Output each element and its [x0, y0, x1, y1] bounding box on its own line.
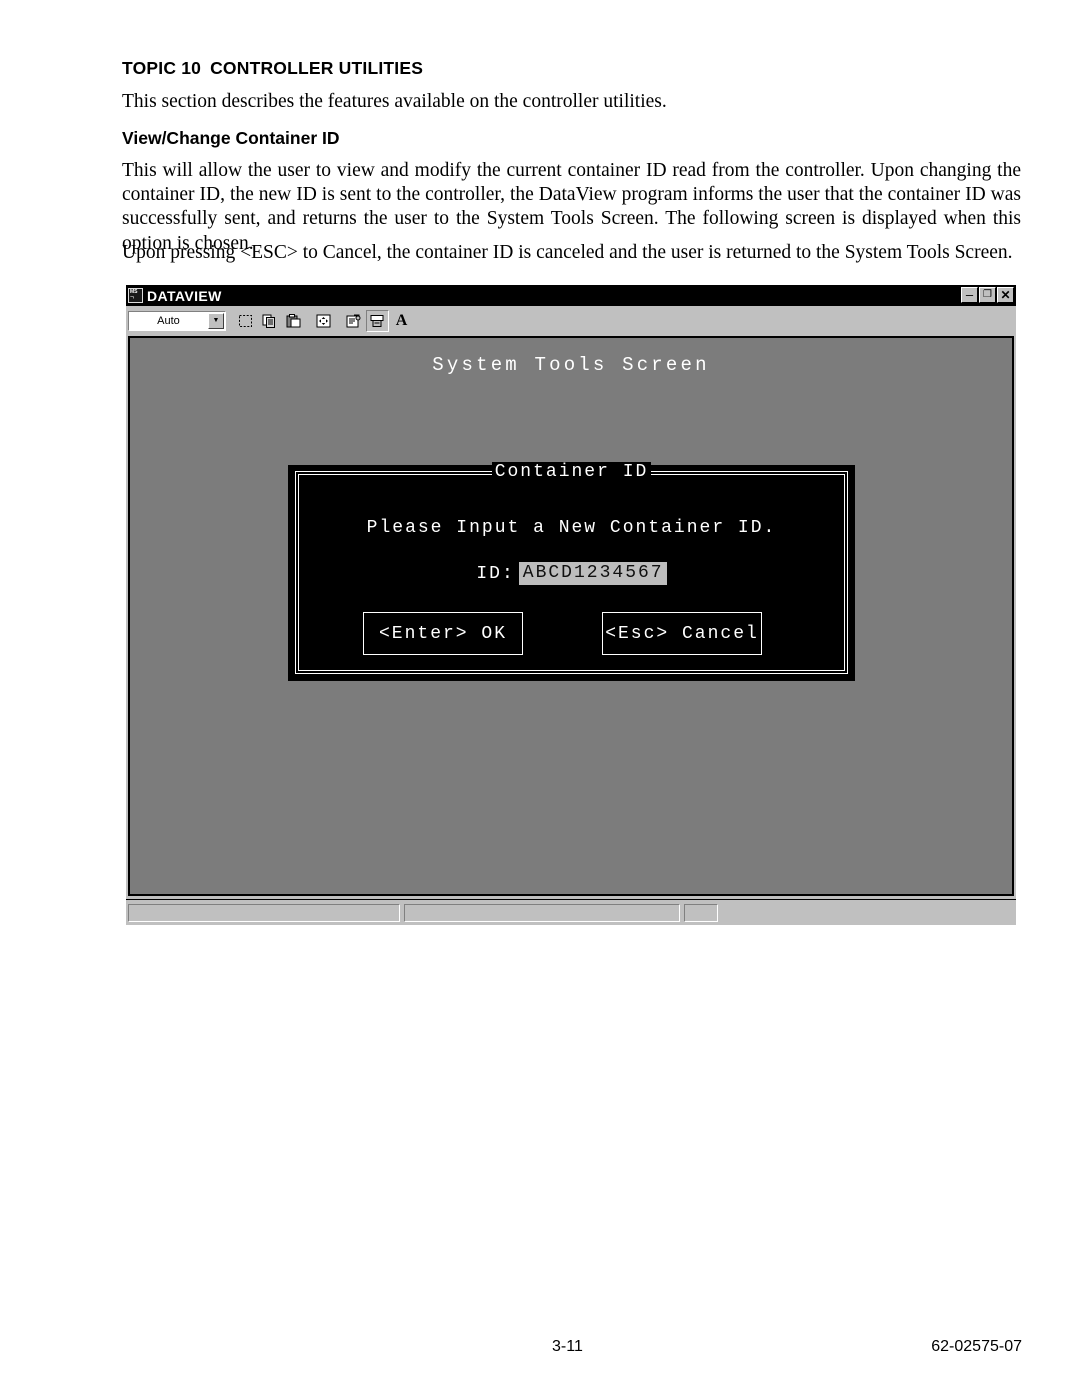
body-paragraph-2: Upon pressing <ESC> to Cancel, the conta… [122, 242, 1013, 263]
full-screen-button[interactable] [312, 309, 335, 332]
mark-button[interactable] [234, 309, 257, 332]
dialog-border-outer: Container ID Please Input a New Containe… [295, 462, 848, 674]
ms-dos-icon [128, 288, 143, 303]
background-button[interactable] [366, 309, 389, 332]
topic-title: CONTROLLER UTILITIES [210, 58, 424, 78]
page-title: TOPIC 10 CONTROLLER UTILITIES [122, 58, 423, 79]
chevron-down-icon[interactable]: ▼ [208, 312, 224, 329]
window-controls: – ❐ ✕ [961, 287, 1014, 303]
toolbar-group-clipboard [234, 309, 306, 332]
dos-screen: System Tools Screen Container ID Please … [130, 338, 1012, 894]
cancel-button[interactable]: <Esc> Cancel [602, 612, 762, 655]
status-pane-1 [128, 903, 400, 922]
dataview-window: DATAVIEW – ❐ ✕ Auto ▼ [126, 285, 1016, 925]
container-id-row: ID: ABCD1234567 [296, 562, 847, 585]
copy-button[interactable] [258, 309, 281, 332]
toolbar-group-view [312, 309, 336, 332]
window-statusbar [126, 899, 1016, 925]
copy-icon [262, 314, 277, 328]
footer-page-number: 3-11 [552, 1338, 583, 1355]
paste-icon [286, 313, 301, 328]
dialog-caption-text: Container ID [491, 462, 652, 482]
properties-icon [346, 314, 361, 328]
status-pane-3 [684, 903, 718, 922]
ok-button[interactable]: <Enter> OK [363, 612, 523, 655]
dialog-button-row: <Enter> OK <Esc> Cancel [296, 612, 847, 657]
container-id-label: ID: [476, 563, 515, 584]
font-button[interactable]: A [390, 309, 413, 332]
close-button[interactable]: ✕ [997, 287, 1014, 303]
container-id-input[interactable]: ABCD1234567 [518, 562, 667, 585]
intro-paragraph: This section describes the features avai… [122, 91, 667, 112]
restore-icon: ❐ [983, 289, 992, 300]
minimize-button[interactable]: – [961, 287, 978, 303]
full-screen-icon [316, 314, 331, 328]
close-icon: ✕ [1000, 288, 1011, 302]
document-page: TOPIC 10 CONTROLLER UTILITIES This sectio… [0, 0, 1080, 1397]
font-icon: A [395, 311, 408, 329]
window-title: DATAVIEW [147, 287, 222, 304]
dos-client-frame: System Tools Screen Container ID Please … [128, 336, 1014, 896]
mark-icon [238, 314, 253, 328]
sub-heading: View/Change Container ID [122, 128, 340, 148]
dialog-prompt: Please Input a New Container ID. [366, 518, 777, 538]
minimize-icon: – [965, 287, 974, 302]
footer-document-number: 62-02575-07 [931, 1338, 1022, 1355]
window-titlebar: DATAVIEW – ❐ ✕ [126, 285, 1016, 306]
window-toolbar: Auto ▼ A [126, 306, 1016, 335]
topic-number: TOPIC 10 [122, 58, 202, 78]
paste-button[interactable] [282, 309, 305, 332]
font-size-dropdown[interactable]: Auto ▼ [128, 310, 226, 331]
container-id-dialog: Container ID Please Input a New Containe… [288, 462, 855, 681]
dialog-caption: Container ID [296, 462, 847, 482]
status-pane-2 [404, 903, 680, 922]
background-icon [370, 314, 385, 328]
dos-screen-title: System Tools Screen [432, 354, 710, 376]
properties-button[interactable] [342, 309, 365, 332]
restore-button[interactable]: ❐ [979, 287, 996, 303]
font-size-value: Auto [157, 314, 180, 327]
toolbar-group-settings: A [342, 309, 414, 332]
